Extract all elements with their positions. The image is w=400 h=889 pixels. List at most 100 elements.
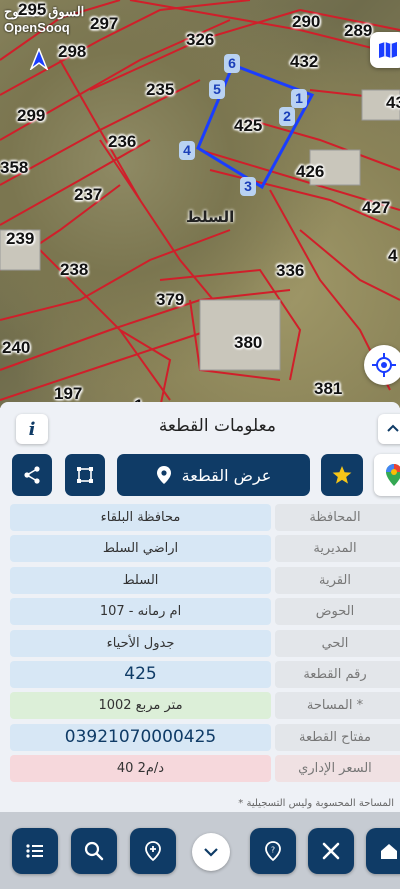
detail-row-neighborhood: جدول الأحياء الحي	[10, 629, 400, 657]
detail-value: اراضي السلط	[10, 535, 271, 563]
detail-label: الحي	[275, 629, 400, 657]
home-icon	[381, 844, 397, 859]
parcel-number-label: 240	[2, 338, 31, 357]
detail-value: ام رمانه - 107	[10, 598, 271, 626]
parcel-number-label: 237	[74, 185, 103, 204]
detail-label: المساحة *	[275, 692, 400, 720]
detail-label: رقم القطعة	[275, 660, 400, 688]
detail-value: السلط	[10, 566, 271, 594]
detail-value: 40 د/م2	[10, 755, 271, 783]
tools-button[interactable]	[308, 828, 354, 874]
home-button[interactable]	[366, 828, 400, 874]
show-parcel-label: عرض القطعة	[181, 465, 272, 485]
detail-value: محافظة البلقاء	[10, 504, 271, 531]
locate-me-button[interactable]	[364, 345, 400, 385]
google-maps-button[interactable]	[374, 454, 400, 496]
north-arrow-icon	[29, 48, 49, 70]
polygon-select-icon	[77, 467, 93, 483]
parcel-number-label: 427	[362, 198, 391, 217]
parcel-number-label: 295	[18, 0, 47, 19]
vertex-badge: 2	[279, 107, 295, 126]
parcel-outline-button[interactable]	[65, 454, 105, 496]
list-button[interactable]	[12, 828, 58, 874]
parcel-number-label: 358	[0, 158, 29, 177]
map-layers-button[interactable]	[370, 32, 400, 68]
detail-value: 03921070000425	[10, 723, 271, 751]
share-icon	[24, 466, 40, 484]
parcel-number-label: 4	[388, 246, 398, 265]
show-parcel-button[interactable]: عرض القطعة	[117, 454, 310, 496]
collapse-panel-button[interactable]	[378, 414, 400, 444]
svg-text:?: ?	[271, 846, 275, 855]
detail-row-governorate: محافظة البلقاء المحافظة	[10, 504, 400, 531]
detail-value: 425	[10, 660, 271, 688]
parcel-number-label: 425	[234, 116, 263, 135]
parcel-number-label: 235	[146, 80, 175, 99]
parcel-number-label: 239	[6, 229, 35, 248]
detail-label: القرية	[275, 566, 400, 594]
share-button[interactable]	[12, 454, 52, 496]
vertex-badge: 6	[224, 54, 240, 73]
parcel-actions: عرض القطعة	[0, 454, 400, 498]
vertex-badge: 5	[209, 80, 225, 99]
info-icon: i	[28, 418, 36, 440]
map-icon	[379, 42, 397, 58]
detail-value: 1002 متر مربع	[10, 692, 271, 720]
vertex-badge: 3	[240, 177, 256, 196]
panel-title: معلومات القطعة	[158, 416, 276, 436]
crosshair-icon	[372, 353, 396, 377]
detail-row-village: السلط القرية	[10, 566, 400, 594]
parcel-number-label: 297	[90, 14, 119, 33]
parcel-number-label: 298	[58, 42, 87, 61]
parcel-number-label: 432	[290, 52, 319, 71]
chevron-up-icon	[387, 424, 399, 432]
parcel-info-panel: i معلومات القطعة عرض القطعة محافظة البلق…	[0, 402, 400, 809]
detail-label: المديرية	[275, 535, 400, 563]
parcel-number-label: 43	[386, 93, 400, 112]
chevron-down-icon	[204, 848, 218, 857]
parcel-number-label: 290	[292, 12, 321, 31]
help-button[interactable]: ?	[250, 828, 296, 874]
search-button[interactable]	[71, 828, 117, 874]
favorite-button[interactable]	[321, 454, 363, 496]
tools-icon	[322, 842, 340, 860]
detail-row-area: 1002 متر مربع المساحة *	[10, 692, 400, 720]
search-icon	[84, 841, 104, 861]
parcel-number-label: 238	[60, 260, 89, 279]
parcel-number-label: 236	[108, 132, 137, 151]
info-button[interactable]: i	[16, 414, 48, 444]
parcel-number-label: 326	[186, 30, 215, 49]
parcel-number-label: 197	[54, 384, 83, 403]
star-icon	[332, 466, 352, 484]
expand-menu-button[interactable]	[192, 833, 230, 871]
parcel-number-label: 379	[156, 290, 185, 309]
parcel-number-label: 336	[276, 261, 305, 280]
add-location-button[interactable]	[130, 828, 176, 874]
parcel-number-label: 381	[314, 379, 343, 398]
parcel-number-label: 299	[17, 106, 46, 125]
detail-row-parcel-number: 425 رقم القطعة	[10, 660, 400, 688]
bottom-navigation: ?	[0, 812, 400, 889]
detail-label: السعر الإداري	[275, 755, 400, 783]
map-view[interactable]: السوق المفتوح OpenSooq 295 297 290 289 2…	[0, 0, 400, 408]
detail-row-directorate: اراضي السلط المديرية	[10, 535, 400, 563]
logo-english-text: OpenSooq	[4, 20, 70, 35]
help-pin-icon: ?	[265, 841, 281, 862]
location-pin-icon	[156, 466, 171, 484]
detail-label: المحافظة	[275, 504, 400, 531]
parcel-details-table: محافظة البلقاء المحافظة اراضي السلط المد…	[10, 504, 400, 787]
pin-icon	[145, 841, 161, 862]
road-name-label: السلط	[186, 208, 235, 226]
detail-row-admin-price: 40 د/م2 السعر الإداري	[10, 755, 400, 783]
vertex-badge: 4	[179, 141, 195, 160]
detail-row-parcel-key: 03921070000425 مفتاح القطعة	[10, 723, 400, 751]
detail-label: مفتاح القطعة	[275, 723, 400, 751]
parcel-number-label: 426	[296, 162, 325, 181]
detail-value: جدول الأحياء	[10, 629, 271, 657]
parcel-number-label: 289	[344, 21, 373, 40]
vertex-badge: 1	[291, 89, 307, 108]
detail-label: الحوض	[275, 598, 400, 626]
area-footnote: * المساحة المحسوبة وليس التسجيلية	[238, 798, 394, 809]
detail-row-basin: ام رمانه - 107 الحوض	[10, 598, 400, 626]
list-icon	[26, 844, 43, 858]
